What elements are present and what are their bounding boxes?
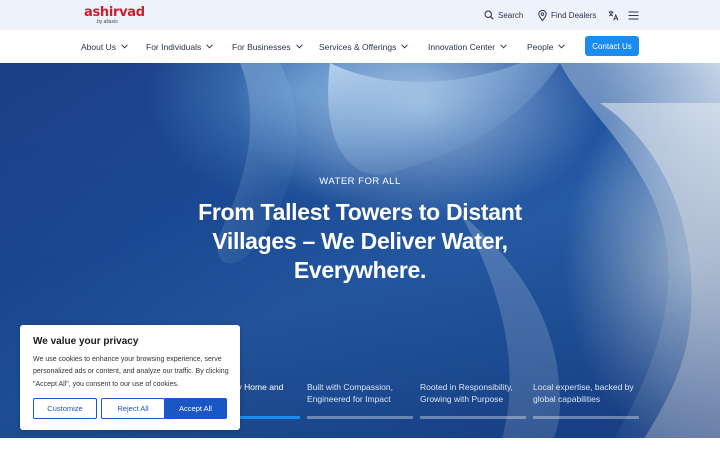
translate-icon — [608, 10, 619, 21]
hero-title: From Tallest Towers to Distant Villages … — [198, 199, 522, 283]
slide-label: Local expertise, backed by global capabi… — [533, 382, 634, 404]
nav-services-offerings[interactable]: Services & Offerings — [319, 30, 409, 63]
cookie-title: We value your privacy — [33, 336, 139, 347]
slide-label: Built with Compassion, Engineered for Im… — [307, 382, 393, 404]
menu-button[interactable] — [628, 0, 639, 30]
reject-all-button[interactable]: Reject All — [101, 398, 165, 419]
chevron-down-icon — [121, 44, 128, 49]
nav-people[interactable]: People — [527, 30, 566, 63]
carousel-slide-tab[interactable]: Local expertise, backed by global capabi… — [533, 381, 639, 419]
nav-label: Innovation Center — [428, 41, 496, 52]
search-icon — [484, 10, 494, 20]
language-button[interactable] — [608, 0, 619, 30]
slide-progress-bar — [307, 416, 413, 419]
nav-about-us[interactable]: About Us — [81, 30, 128, 63]
slide-label: Rooted in Responsibility, Growing with P… — [420, 382, 513, 404]
nav-label: People — [527, 41, 554, 52]
find-dealers-label: Find Dealers — [551, 10, 597, 20]
utility-bar: ashirvad by aliaxis Search Find Dealers — [0, 0, 720, 30]
cookie-consent-banner: We value your privacy We use cookies to … — [20, 325, 240, 430]
nav-innovation-center[interactable]: Innovation Center — [428, 30, 507, 63]
hero-bottom-edge — [0, 438, 720, 445]
nav-for-individuals[interactable]: For Individuals — [146, 30, 214, 63]
search-label: Search — [498, 10, 524, 20]
cookie-body: We use cookies to enhance your browsing … — [33, 356, 229, 388]
find-dealers-link[interactable]: Find Dealers — [538, 0, 596, 30]
nav-for-businesses[interactable]: For Businesses — [232, 30, 303, 63]
nav-label: For Businesses — [232, 41, 291, 52]
chevron-down-icon — [500, 44, 507, 49]
hamburger-menu-icon — [628, 11, 639, 19]
location-pin-icon — [538, 9, 547, 21]
brand-name: ashirvad — [84, 5, 145, 20]
carousel-slide-tab[interactable]: Built with Compassion, Engineered for Im… — [307, 381, 413, 419]
nav-label: Services & Offerings — [319, 41, 397, 52]
accept-all-button[interactable]: Accept All — [164, 398, 227, 419]
hero-eyebrow: WATER FOR ALL — [319, 176, 401, 187]
chevron-down-icon — [558, 44, 566, 49]
customize-button[interactable]: Customize — [33, 398, 97, 419]
carousel-slide-tab[interactable]: Rooted in Responsibility, Growing with P… — [420, 381, 526, 419]
slide-progress-bar — [420, 416, 526, 419]
brand-logo[interactable]: ashirvad by aliaxis — [84, 6, 145, 25]
search-link[interactable]: Search — [484, 0, 523, 30]
nav-label: About Us — [81, 41, 116, 52]
chevron-down-icon — [295, 44, 303, 49]
chevron-down-icon — [206, 44, 214, 49]
contact-us-button[interactable]: Contact Us — [585, 36, 639, 56]
nav-label: For Individuals — [146, 41, 202, 52]
slide-progress-bar — [533, 416, 639, 419]
chevron-down-icon — [401, 44, 409, 49]
